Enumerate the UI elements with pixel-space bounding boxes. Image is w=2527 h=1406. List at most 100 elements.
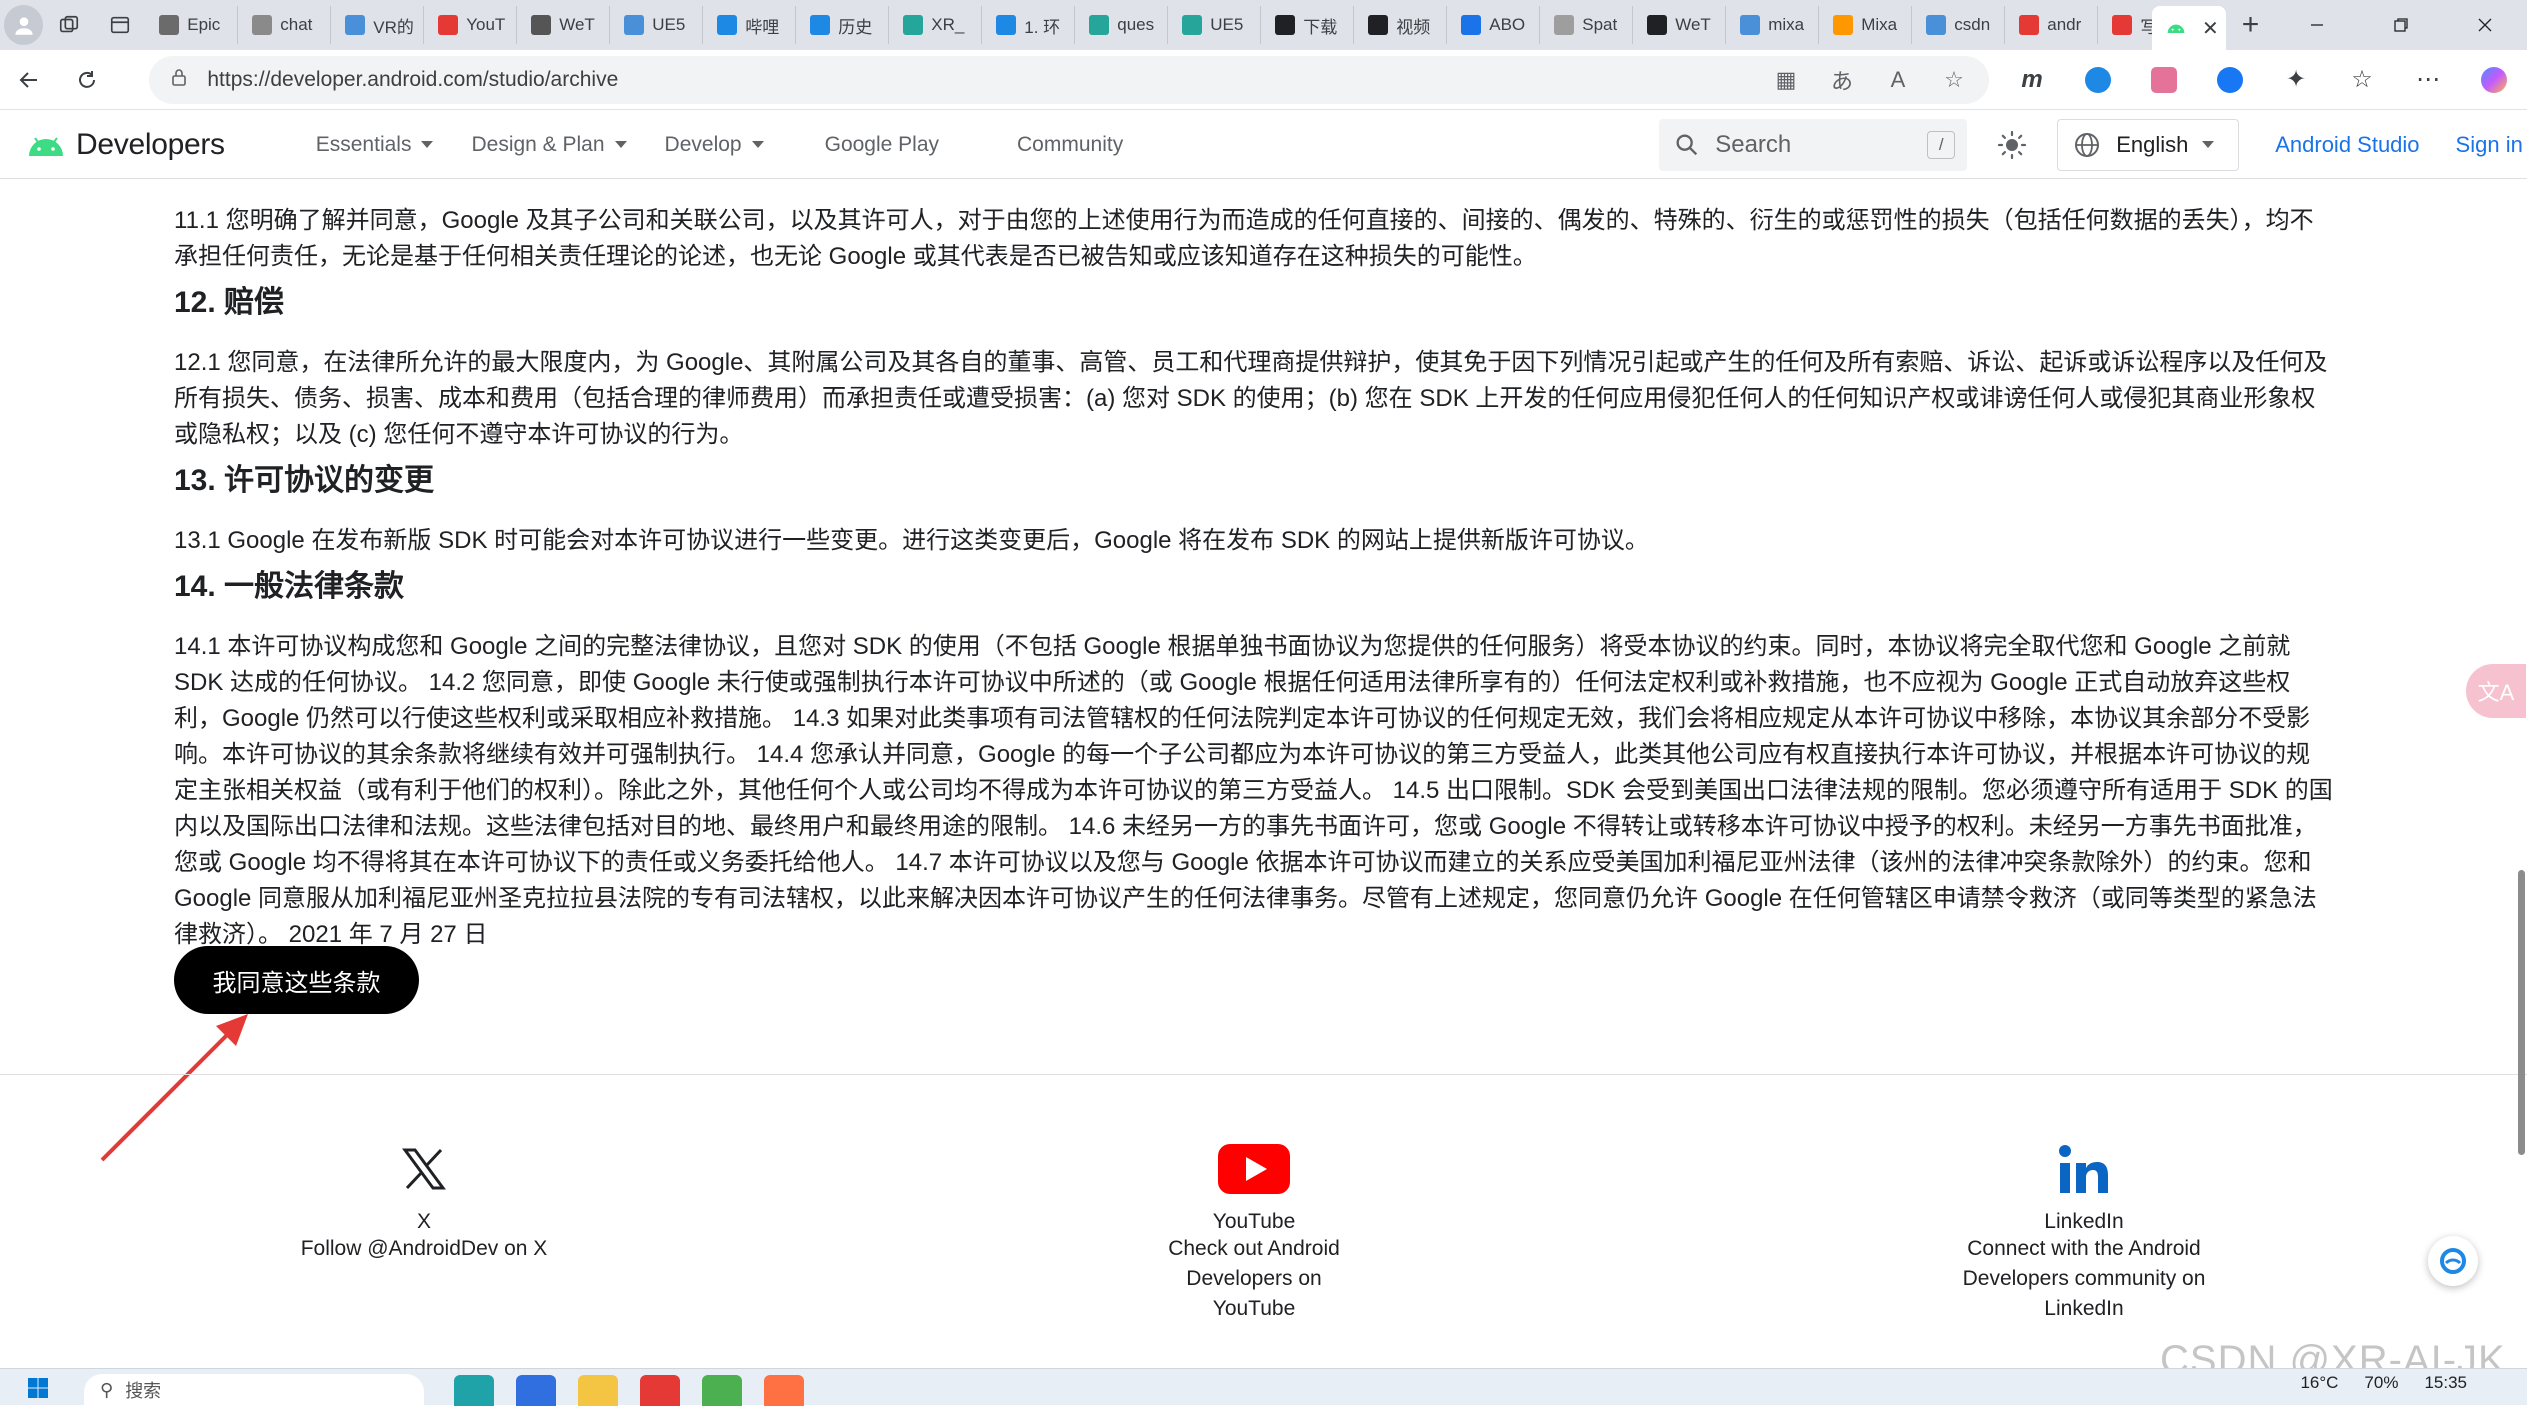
tab-actions-icon xyxy=(110,16,129,34)
theme-toggle-button[interactable] xyxy=(1981,119,2043,171)
read-aloud-icon[interactable]: A xyxy=(1875,60,1921,100)
site-header: Developers Essentials Design & Plan Develo… xyxy=(0,111,2527,179)
taskbar-app-folder[interactable] xyxy=(578,1375,618,1406)
browser-tab[interactable]: 下载 xyxy=(1261,6,1355,44)
license-content: 11.1 您明确了解并同意，Google 及其子公司和关联公司，以及其许可人，对… xyxy=(174,203,2334,953)
social-youtube[interactable]: YouTube Check out Android Developers on … xyxy=(1074,1140,1434,1324)
lock-icon[interactable] xyxy=(169,67,189,92)
browser-tab[interactable]: chat xyxy=(238,6,332,44)
translate-icon[interactable]: あ xyxy=(1819,60,1865,100)
nav-item[interactable]: Design & Plan xyxy=(452,111,645,179)
tab-favicon-icon xyxy=(531,15,552,35)
tab-label: WeT xyxy=(559,15,595,34)
battery-percent[interactable]: 70% xyxy=(2364,1373,2398,1393)
close-tab-icon[interactable]: ✕ xyxy=(2202,16,2219,41)
browser-tab[interactable]: 写文 xyxy=(2098,6,2152,44)
browser-tab[interactable]: WeT xyxy=(1633,6,1727,44)
social-title[interactable]: LinkedIn xyxy=(1904,1210,2264,1234)
browser-tab[interactable]: YouT xyxy=(424,6,518,44)
clock[interactable]: 15:35 xyxy=(2424,1373,2467,1393)
browser-tab[interactable]: mixa xyxy=(1726,6,1820,44)
nav-item[interactable]: Develop xyxy=(646,111,783,179)
browser-tab[interactable]: ABO xyxy=(1447,6,1541,44)
restore-button[interactable] xyxy=(2359,0,2443,50)
browser-tab[interactable]: Spat xyxy=(1540,6,1634,44)
tab-label: UE5 xyxy=(652,15,686,34)
brand-logo[interactable]: Developers xyxy=(26,128,225,162)
windows-start-button[interactable] xyxy=(18,1369,58,1406)
social-linkedin[interactable]: LinkedIn Connect with the Android Develo… xyxy=(1904,1140,2264,1324)
browser-tab[interactable]: 历史 xyxy=(796,6,890,44)
tab-favicon-icon xyxy=(1926,15,1947,35)
tab-favicon-icon xyxy=(1740,15,1761,35)
tab-label: YouT xyxy=(466,15,506,34)
browser-tab[interactable]: 哔哩 xyxy=(703,6,797,44)
reload-button[interactable] xyxy=(58,55,116,105)
extensions-puzzle-icon[interactable]: ✦ xyxy=(2263,56,2329,104)
tab-favicon-icon xyxy=(1647,15,1668,35)
assistant-icon xyxy=(2440,1248,2466,1274)
tab-active[interactable]: ✕ xyxy=(2151,6,2226,50)
browser-tab[interactable]: VR的 xyxy=(331,6,425,44)
extension-pink-icon[interactable] xyxy=(2131,56,2197,104)
taskbar-app-red[interactable] xyxy=(640,1375,680,1406)
taskbar-app-edge[interactable] xyxy=(454,1375,494,1406)
tab-label: ques xyxy=(1117,15,1155,34)
section-13-heading: 13. 许可协议的变更 xyxy=(174,464,435,497)
assistant-float-button[interactable] xyxy=(2428,1236,2478,1286)
language-label: English xyxy=(2116,131,2189,157)
close-icon xyxy=(2478,18,2492,32)
site-search[interactable]: Search / xyxy=(1659,118,1968,171)
browser-tab[interactable]: csdn xyxy=(1912,6,2006,44)
browser-tab[interactable]: XR_ xyxy=(889,6,983,44)
profile-avatar[interactable] xyxy=(4,5,44,45)
url-text[interactable]: https://developer.android.com/studio/arc… xyxy=(207,68,1763,92)
tab-favicon-icon xyxy=(1368,15,1389,35)
copilot-icon[interactable] xyxy=(2461,56,2527,104)
apps-grid-icon[interactable]: ▦ xyxy=(1763,60,1809,100)
favorite-star-icon[interactable]: ☆ xyxy=(1931,60,1977,100)
nav-item[interactable]: Community xyxy=(975,111,1159,179)
sign-in-link[interactable]: Sign in xyxy=(2456,132,2523,158)
browser-tab[interactable]: andr xyxy=(2005,6,2099,44)
nav-item[interactable]: Google Play xyxy=(783,111,975,179)
taskbar-app-orange[interactable] xyxy=(764,1375,804,1406)
social-x[interactable]: X Follow @AndroidDev on X xyxy=(244,1140,604,1264)
extension-blue-icon[interactable] xyxy=(2065,56,2131,104)
page-scrollbar[interactable] xyxy=(2518,870,2525,1155)
browser-tab[interactable]: UE5 xyxy=(1168,6,1262,44)
nav-item[interactable]: Essentials xyxy=(297,111,453,179)
tab-favicon-icon xyxy=(1182,15,1203,35)
workspaces-button[interactable] xyxy=(43,5,94,45)
browser-tab[interactable]: 1. 环 xyxy=(982,6,1076,44)
collections-icon[interactable]: ☆ xyxy=(2329,56,2395,104)
extension-m-icon[interactable]: m xyxy=(1999,56,2065,104)
more-menu-icon[interactable]: ⋯ xyxy=(2395,56,2461,104)
taskbar-search[interactable]: ⚲ 搜索 xyxy=(84,1374,424,1406)
social-description: Connect with the Android Developers comm… xyxy=(1962,1237,2206,1320)
translate-float-button[interactable]: 文A xyxy=(2466,664,2526,718)
extension-messenger-icon[interactable] xyxy=(2197,56,2263,104)
social-title[interactable]: YouTube xyxy=(1074,1210,1434,1234)
browser-tab[interactable]: ques xyxy=(1075,6,1169,44)
taskbar-app-blue[interactable] xyxy=(516,1375,556,1406)
browser-tab[interactable]: Mixa xyxy=(1819,6,1913,44)
clause-13-1: 13.1 Google 在发布新版 SDK 时可能会对本许可协议进行一些变更。进… xyxy=(174,527,1649,554)
tab-actions-button[interactable] xyxy=(94,5,145,45)
weather-temp[interactable]: 16°C xyxy=(2300,1373,2338,1393)
minimize-button[interactable] xyxy=(2275,0,2359,50)
android-studio-link[interactable]: Android Studio xyxy=(2275,132,2419,158)
address-bar[interactable]: https://developer.android.com/studio/arc… xyxy=(149,55,1989,104)
browser-tab[interactable]: WeT xyxy=(517,6,611,44)
search-placeholder[interactable]: Search xyxy=(1715,131,1927,159)
browser-tab[interactable]: Epic xyxy=(145,6,239,44)
tab-label: 写文 xyxy=(2140,13,2152,38)
language-select[interactable]: English xyxy=(2057,118,2240,171)
browser-tab[interactable]: 视频 xyxy=(1354,6,1448,44)
close-window-button[interactable] xyxy=(2443,0,2527,50)
new-tab-button[interactable]: + xyxy=(2226,5,2275,45)
taskbar-app-chrome[interactable] xyxy=(702,1375,742,1406)
browser-tab[interactable]: UE5 xyxy=(610,6,704,44)
social-title[interactable]: X xyxy=(244,1210,604,1234)
back-button[interactable] xyxy=(0,55,58,105)
